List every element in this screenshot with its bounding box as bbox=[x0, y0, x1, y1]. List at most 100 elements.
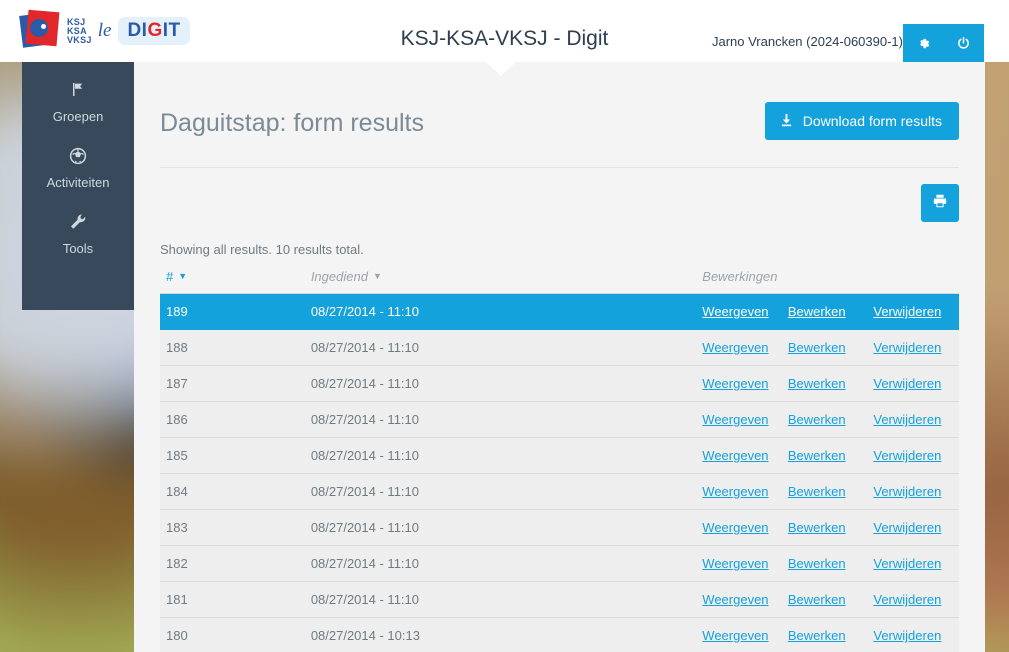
cell-submitted: 08/27/2014 - 11:10 bbox=[310, 365, 703, 402]
cell-submitted: 08/27/2014 - 11:10 bbox=[310, 509, 703, 546]
sidebar-label-tools: Tools bbox=[62, 241, 94, 256]
cell-edit-link: Bewerken bbox=[787, 365, 874, 402]
print-button[interactable] bbox=[921, 184, 959, 222]
view-link[interactable]: Weergeven bbox=[702, 304, 768, 319]
cell-number: 184 bbox=[160, 473, 311, 510]
table-row[interactable]: 187 08/27/2014 - 11:10 Weergeven Bewerken Ve… bbox=[160, 365, 959, 402]
view-link[interactable]: Weergeven bbox=[702, 484, 768, 499]
page-header: Daguitstap: form results Download form r… bbox=[160, 58, 959, 140]
sidebar-label-groepen: Groepen bbox=[52, 109, 104, 124]
view-link[interactable]: Weergeven bbox=[702, 412, 768, 427]
cell-view-link: Weergeven bbox=[702, 545, 788, 582]
cell-number: 188 bbox=[160, 329, 311, 366]
delete-link[interactable]: Verwijderen bbox=[873, 520, 941, 535]
column-header-number[interactable]: # ▼ bbox=[160, 265, 311, 294]
edit-link[interactable]: Bewerken bbox=[788, 376, 846, 391]
cell-number: 180 bbox=[160, 617, 311, 652]
cell-number: 182 bbox=[160, 545, 311, 582]
edit-link[interactable]: Bewerken bbox=[788, 340, 846, 355]
cell-edit-link: Bewerken bbox=[787, 509, 874, 546]
cell-edit-link: Bewerken bbox=[787, 473, 874, 510]
cell-number: 185 bbox=[160, 437, 311, 474]
edit-link[interactable]: Bewerken bbox=[788, 520, 846, 535]
cell-number: 183 bbox=[160, 509, 311, 546]
download-button-label: Download form results bbox=[802, 113, 942, 129]
cell-edit-link: Bewerken bbox=[787, 293, 874, 330]
view-link[interactable]: Weergeven bbox=[702, 520, 768, 535]
sidebar-item-tools[interactable]: Tools bbox=[22, 190, 134, 256]
view-link[interactable]: Weergeven bbox=[702, 376, 768, 391]
cell-view-link: Weergeven bbox=[702, 293, 788, 330]
edit-link[interactable]: Bewerken bbox=[788, 628, 846, 643]
header-notch bbox=[486, 62, 516, 76]
table-row[interactable]: 183 08/27/2014 - 11:10 Weergeven Bewerken Ve… bbox=[160, 509, 959, 546]
cell-delete-link: Verwijderen bbox=[873, 581, 959, 618]
table-row[interactable]: 185 08/27/2014 - 11:10 Weergeven Bewerken Ve… bbox=[160, 437, 959, 474]
wrench-icon bbox=[22, 212, 134, 236]
flag-icon bbox=[22, 80, 134, 104]
delete-link[interactable]: Verwijderen bbox=[873, 340, 941, 355]
delete-link[interactable]: Verwijderen bbox=[873, 484, 941, 499]
cell-number: 187 bbox=[160, 365, 311, 402]
table-row[interactable]: 182 08/27/2014 - 11:10 Weergeven Bewerken Ve… bbox=[160, 545, 959, 582]
table-row[interactable]: 189 08/27/2014 - 11:10 Weergeven Bewerken Ve… bbox=[160, 293, 959, 330]
sidebar-item-activiteiten[interactable]: Activiteiten bbox=[22, 124, 134, 190]
cell-delete-link: Verwijderen bbox=[873, 617, 959, 652]
cell-edit-link: Bewerken bbox=[787, 401, 874, 438]
cell-submitted: 08/27/2014 - 10:13 bbox=[310, 617, 703, 652]
sidebar-label-activiteiten: Activiteiten bbox=[46, 175, 110, 190]
cell-edit-link: Bewerken bbox=[787, 617, 874, 652]
edit-link[interactable]: Bewerken bbox=[788, 556, 846, 571]
cell-number: 186 bbox=[160, 401, 311, 438]
table-row[interactable]: 184 08/27/2014 - 11:10 Weergeven Bewerken Ve… bbox=[160, 473, 959, 510]
edit-link[interactable]: Bewerken bbox=[788, 448, 846, 463]
cell-edit-link: Bewerken bbox=[787, 545, 874, 582]
download-form-results-button[interactable]: Download form results bbox=[764, 102, 959, 140]
table-row[interactable]: 180 08/27/2014 - 10:13 Weergeven Bewerken Ve… bbox=[160, 617, 959, 652]
view-link[interactable]: Weergeven bbox=[702, 556, 768, 571]
table-row[interactable]: 188 08/27/2014 - 11:10 Weergeven Bewerken Ve… bbox=[160, 329, 959, 366]
delete-link[interactable]: Verwijderen bbox=[873, 412, 941, 427]
delete-link[interactable]: Verwijderen bbox=[873, 592, 941, 607]
results-count-label: Showing all results. 10 results total. bbox=[160, 242, 364, 257]
cell-submitted: 08/27/2014 - 11:10 bbox=[310, 437, 703, 474]
download-icon bbox=[780, 113, 793, 129]
table-header-row: # ▼ Ingediend ▼ Bewerkingen bbox=[160, 265, 959, 294]
view-link[interactable]: Weergeven bbox=[702, 448, 768, 463]
delete-link[interactable]: Verwijderen bbox=[873, 448, 941, 463]
column-header-operations-label: Bewerkingen bbox=[702, 269, 778, 284]
column-header-submitted[interactable]: Ingediend ▼ bbox=[310, 265, 703, 294]
cell-submitted: 08/27/2014 - 11:10 bbox=[310, 401, 703, 438]
table-body: 189 08/27/2014 - 11:10 Weergeven Bewerken Ve… bbox=[160, 293, 959, 652]
edit-link[interactable]: Bewerken bbox=[788, 304, 846, 319]
header-actions bbox=[903, 24, 984, 62]
cell-delete-link: Verwijderen bbox=[873, 545, 959, 582]
column-header-submitted-label: Ingediend bbox=[310, 269, 368, 284]
cell-submitted: 08/27/2014 - 11:10 bbox=[310, 545, 703, 582]
column-header-operations: Bewerkingen bbox=[702, 265, 959, 294]
edit-link[interactable]: Bewerken bbox=[788, 412, 846, 427]
gear-icon[interactable] bbox=[907, 28, 939, 58]
table-row[interactable]: 181 08/27/2014 - 11:10 Weergeven Bewerken Ve… bbox=[160, 581, 959, 618]
user-name-label: Jarno Vrancken (2024-060390-1) bbox=[711, 34, 903, 49]
edit-link[interactable]: Bewerken bbox=[788, 592, 846, 607]
cell-view-link: Weergeven bbox=[702, 365, 788, 402]
power-icon[interactable] bbox=[948, 28, 980, 58]
sort-caret-down-icon: ▼ bbox=[178, 271, 188, 281]
cell-delete-link: Verwijderen bbox=[873, 329, 959, 366]
header-divider bbox=[160, 167, 959, 168]
cell-view-link: Weergeven bbox=[702, 473, 788, 510]
view-link[interactable]: Weergeven bbox=[702, 592, 768, 607]
sidebar-item-groepen[interactable]: Groepen bbox=[22, 58, 134, 124]
delete-link[interactable]: Verwijderen bbox=[873, 376, 941, 391]
table-row[interactable]: 186 08/27/2014 - 11:10 Weergeven Bewerken Ve… bbox=[160, 401, 959, 438]
form-results-table: # ▼ Ingediend ▼ Bewerkingen 189 08/27/2014 … bbox=[160, 265, 959, 652]
view-link[interactable]: Weergeven bbox=[702, 628, 768, 643]
view-link[interactable]: Weergeven bbox=[702, 340, 768, 355]
delete-link[interactable]: Verwijderen bbox=[873, 556, 941, 571]
edit-link[interactable]: Bewerken bbox=[788, 484, 846, 499]
cell-number: 189 bbox=[160, 293, 311, 330]
delete-link[interactable]: Verwijderen bbox=[873, 304, 941, 319]
delete-link[interactable]: Verwijderen bbox=[873, 628, 941, 643]
app-header: KSJ KSA VKSJ le DIGIT KSJ-KSA-VKSJ - Dig… bbox=[0, 0, 1009, 62]
